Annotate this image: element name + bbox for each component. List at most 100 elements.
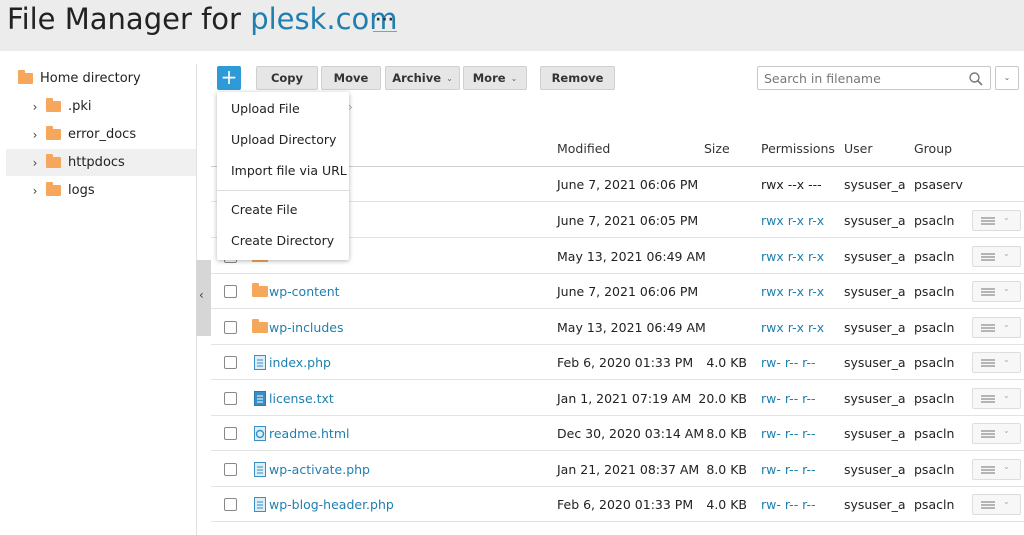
user-cell: sysuser_a [844,249,906,264]
file-name-link[interactable]: license.txt [269,381,334,416]
title-prefix: File Manager for [7,2,241,36]
table-row[interactable]: index.php Feb 6, 2020 01:33 PM 4.0 KB rw… [211,345,1024,380]
chevron-down-icon: ⌄ [446,73,453,83]
menu-item-import-url[interactable]: Import file via URL [217,156,349,186]
table-row[interactable]: wp-blog-header.php Feb 6, 2020 01:33 PM … [211,487,1024,522]
permissions-link[interactable]: rw- r-- r-- [761,381,816,416]
row-actions-button[interactable]: ⌄ [972,494,1021,515]
row-actions-button[interactable]: ⌄ [972,317,1021,338]
modified-cell: Feb 6, 2020 01:33 PM [557,355,694,370]
row-checkbox[interactable] [224,463,237,476]
file-name-link[interactable]: wp-content [269,274,340,309]
group-cell: psacln [914,320,955,335]
group-cell: psacln [914,249,955,264]
column-size[interactable]: Size [704,141,730,156]
size-cell: 20.0 KB [698,391,747,406]
file-name-link[interactable]: wp-blog-header.php [269,487,394,522]
file-name-link[interactable]: readme.html [269,416,349,451]
tree-item-pki[interactable]: › .pki [6,93,196,120]
permissions-link[interactable]: rw- r-- r-- [761,416,816,451]
chevron-down-icon: ⌄ [1003,462,1010,471]
copy-button[interactable]: Copy [256,66,318,90]
table-row[interactable]: license.txt Jan 1, 2021 07:19 AM 20.0 KB… [211,381,1024,416]
row-actions-button[interactable]: ⌄ [972,388,1021,409]
hamburger-icon [981,501,995,509]
permissions-link[interactable]: rw- r-- r-- [761,345,816,380]
chevron-right-icon[interactable]: › [30,184,40,198]
table-row[interactable]: wp-includes May 13, 2021 06:49 AM rwx r-… [211,310,1024,345]
permissions-link[interactable]: rwx r-x r-x [761,239,824,274]
row-actions-button[interactable]: ⌄ [972,459,1021,480]
column-group[interactable]: Group [914,141,952,156]
permissions-link[interactable]: rw- r-- r-- [761,452,816,487]
permissions-link[interactable]: rwx r-x r-x [761,310,824,345]
menu-item-create-file[interactable]: Create File [217,195,349,225]
tree-item-home[interactable]: Home directory [18,65,196,92]
column-modified[interactable]: Modified [557,141,610,156]
user-cell: sysuser_a [844,320,906,335]
row-checkbox[interactable] [224,392,237,405]
modified-cell: Jan 21, 2021 08:37 AM [557,462,700,477]
menu-divider [217,190,349,191]
add-button[interactable]: + [217,66,241,90]
folder-icon [46,126,61,140]
archive-button[interactable]: Archive ⌄ [385,66,460,90]
chevron-right-icon[interactable]: › [30,156,40,170]
permissions-link[interactable]: rwx r-x r-x [761,203,824,238]
chevron-down-icon: ⌄ [1003,320,1010,329]
file-name-link[interactable]: wp-activate.php [269,452,370,487]
modified-cell: Dec 30, 2020 03:14 AM [557,426,705,441]
table-row[interactable]: readme.html Dec 30, 2020 03:14 AM 8.0 KB… [211,416,1024,451]
user-cell: sysuser_a [844,177,906,192]
size-cell: 8.0 KB [706,462,747,477]
row-checkbox[interactable] [224,356,237,369]
text-file-icon [254,391,266,406]
file-name-link[interactable]: index.php [269,345,331,380]
folder-icon [46,98,61,112]
more-label: More [472,71,506,85]
move-button[interactable]: Move [321,66,381,90]
row-actions-button[interactable]: ⌄ [972,246,1021,267]
tree-item-label: .pki [68,99,92,114]
more-button[interactable]: More ⌄ [463,66,527,90]
remove-button[interactable]: Remove [540,66,615,90]
row-actions-button[interactable]: ⌄ [972,210,1021,231]
search-input[interactable] [764,70,960,86]
chevron-right-icon[interactable]: › [30,128,40,142]
php-file-icon [254,355,266,370]
permissions-link[interactable]: rwx r-x r-x [761,274,824,309]
menu-item-upload-file[interactable]: Upload File [217,94,349,124]
table-row[interactable]: wp-content June 7, 2021 06:06 PM rwx r-x… [211,274,1024,309]
tree-item-error-docs[interactable]: › error_docs [6,121,196,148]
group-cell: psacln [914,213,955,228]
table-row[interactable]: wp-activate.php Jan 21, 2021 08:37 AM 8.… [211,452,1024,487]
row-checkbox[interactable] [224,321,237,334]
size-cell: 4.0 KB [706,355,747,370]
sidebar-collapse-toggle[interactable]: ‹ [196,260,211,336]
row-actions-button[interactable]: ⌄ [972,281,1021,302]
move-label: Move [333,71,369,85]
tree-item-httpdocs[interactable]: › httpdocs [6,149,196,176]
folder-icon [252,319,268,333]
title-more-menu[interactable]: ··· [373,12,397,32]
page-title: File Manager for plesk.com [7,2,398,36]
search-options-button[interactable]: ⌄ [995,66,1019,90]
chevron-right-icon[interactable]: › [30,100,40,114]
modified-cell: May 13, 2021 06:49 AM [557,249,706,264]
row-actions-button[interactable]: ⌄ [972,423,1021,444]
row-checkbox[interactable] [224,427,237,440]
file-name-link[interactable]: wp-includes [269,310,343,345]
row-checkbox[interactable] [224,498,237,511]
menu-item-upload-directory[interactable]: Upload Directory [217,125,349,155]
column-user[interactable]: User [844,141,873,156]
menu-item-create-directory[interactable]: Create Directory [217,226,349,256]
tree-item-logs[interactable]: › logs [6,177,196,204]
permissions-link[interactable]: rw- r-- r-- [761,487,816,522]
page-header: File Manager for plesk.com ··· [0,0,1024,51]
row-checkbox[interactable] [224,285,237,298]
modified-cell: Feb 6, 2020 01:33 PM [557,497,694,512]
column-permissions[interactable]: Permissions [761,141,835,156]
row-actions-button[interactable]: ⌄ [972,352,1021,373]
group-cell: psacln [914,462,955,477]
search-icon[interactable] [968,71,984,87]
